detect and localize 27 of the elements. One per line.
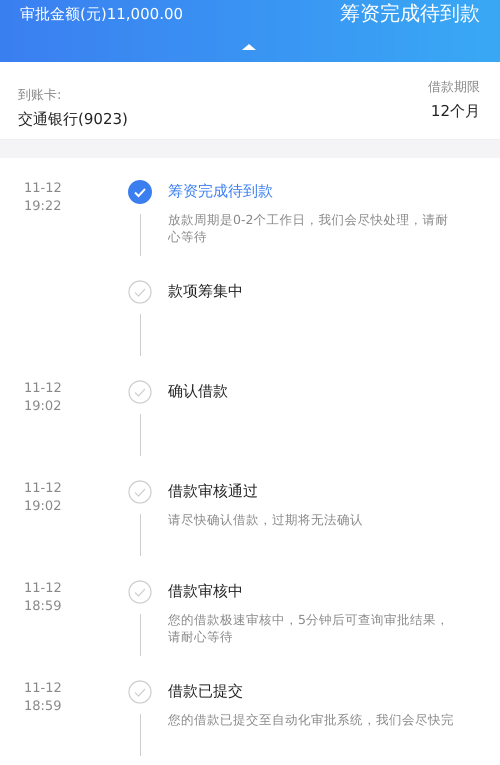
account-label: 到账卡:	[18, 87, 62, 104]
step-description: 您的借款极速审核中，5分钟后可查询审批结果，请耐心等待	[168, 611, 450, 645]
step-title: 确认借款	[168, 382, 229, 401]
step-description: 您的借款已提交至自动化审批系统，我们会尽快完	[168, 711, 455, 728]
account-value: 交通银行(9023)	[18, 110, 128, 129]
step-time: 18:59	[24, 598, 62, 616]
step-time: 19:02	[24, 498, 62, 516]
step-time: 18:59	[24, 698, 62, 716]
step-time: 19:02	[24, 398, 62, 416]
approved-amount: 审批金额(元)11,000.00	[20, 5, 184, 24]
step-description: 请尽快确认借款，过期将无法确认	[168, 511, 364, 528]
step-title: 筹资完成待到款	[168, 182, 274, 201]
caret-icon[interactable]	[242, 44, 256, 50]
step-title: 款项筹集中	[168, 282, 244, 301]
term-label: 借款期限	[428, 79, 480, 96]
step-title: 借款审核通过	[168, 482, 259, 501]
step-date: 11-12	[24, 580, 63, 598]
term-value: 12个月	[430, 102, 480, 121]
step-date: 11-12	[24, 680, 63, 698]
step-description: 放款周期是0-2个工作日，我们会尽快处理，请耐心等待	[168, 211, 450, 245]
step-time: 19:22	[24, 198, 62, 216]
step-date: 11-12	[24, 180, 63, 198]
step-date: 11-12	[24, 380, 63, 398]
step-title: 借款已提交	[168, 682, 244, 701]
status-title: 筹资完成待到款	[340, 0, 480, 27]
step-date: 11-12	[24, 480, 63, 498]
step-title: 借款审核中	[168, 582, 244, 601]
